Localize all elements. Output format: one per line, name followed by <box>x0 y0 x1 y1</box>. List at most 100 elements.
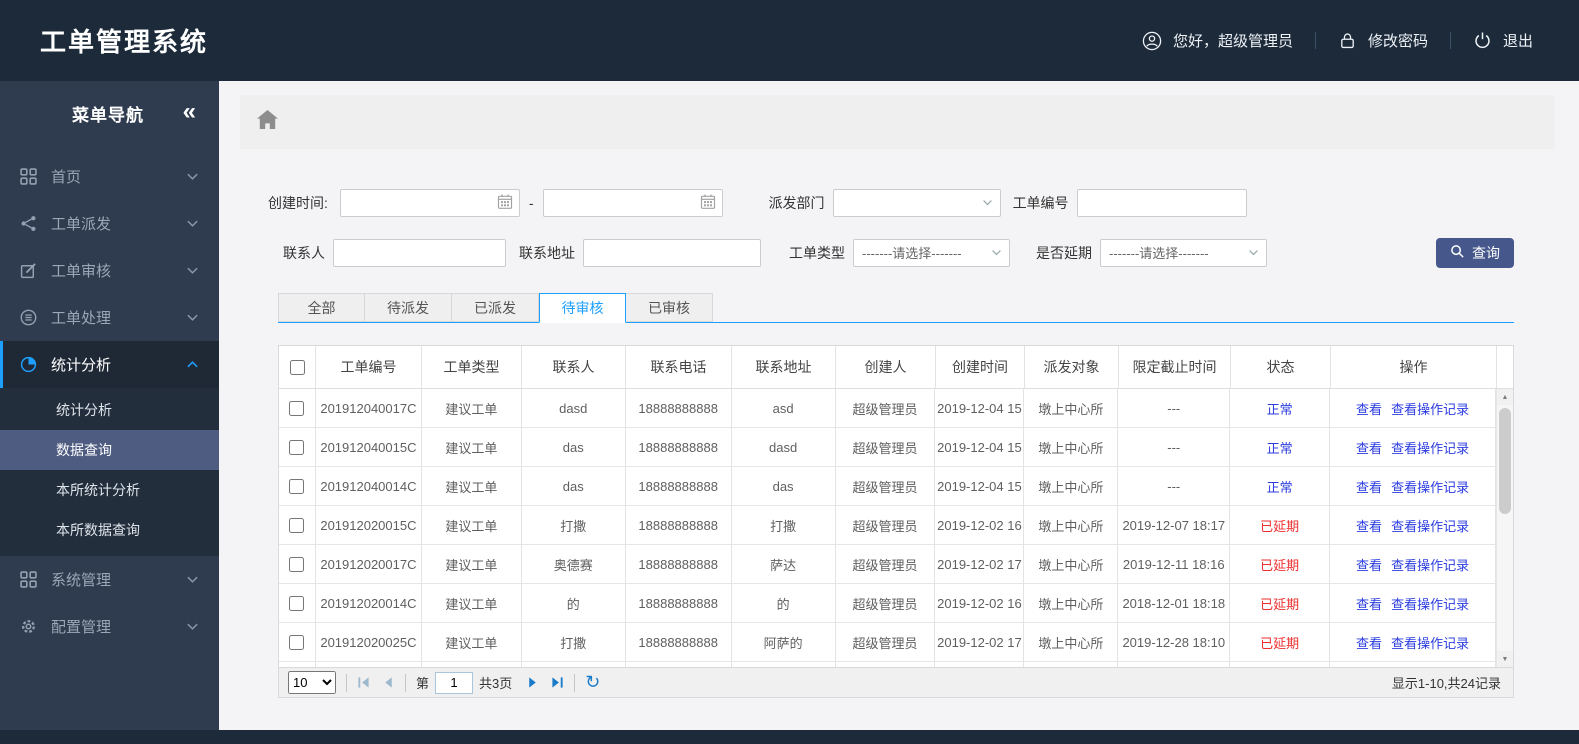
address-input[interactable] <box>583 239 761 267</box>
created-from-field <box>339 189 520 217</box>
order-type-label: 工单类型 <box>789 245 845 261</box>
cell-deadline: --- <box>1118 389 1231 427</box>
cell-created: 2019-12-04 15 <box>935 428 1025 466</box>
submenu-item-local-statistics[interactable]: 本所统计分析 <box>0 470 219 510</box>
page-number-input[interactable] <box>435 671 474 694</box>
change-password-button[interactable]: 修改密码 <box>1338 30 1428 51</box>
row-checkbox[interactable] <box>289 478 305 494</box>
view-log-link[interactable]: 查看操作记录 <box>1391 477 1469 496</box>
sidebar-item-statistics[interactable]: 统计分析 <box>0 341 219 388</box>
order-type-field: -------请选择------- <box>853 239 1010 267</box>
contact-input[interactable] <box>333 239 506 267</box>
cell-contact <box>522 662 626 667</box>
lock-icon <box>1338 31 1357 50</box>
tab-all[interactable]: 全部 <box>278 293 365 322</box>
row-checkbox-cell <box>279 623 316 661</box>
sidebar-item-system[interactable]: 系统管理 <box>0 556 219 603</box>
cell-phone: 18888888888 <box>626 584 732 622</box>
view-link[interactable]: 查看 <box>1356 516 1382 535</box>
is-delayed-field: -------请选择------- <box>1100 239 1267 267</box>
cell-address: dasd <box>732 428 836 466</box>
view-link[interactable]: 查看 <box>1356 438 1382 457</box>
view-link[interactable]: 查看 <box>1356 555 1382 574</box>
view-log-link[interactable]: 查看操作记录 <box>1391 594 1469 613</box>
row-checkbox[interactable] <box>289 556 305 572</box>
row-checkbox[interactable] <box>289 439 305 455</box>
cell-creator: 超级管理员 <box>836 584 936 622</box>
status-badge: 已延期 <box>1230 545 1331 583</box>
sidebar-item-home[interactable]: 首页 <box>0 153 219 200</box>
cell-deadline: 2019-12-07 18:17 <box>1118 506 1231 544</box>
home-icon[interactable] <box>257 110 278 134</box>
cell-contact: dasd <box>522 389 626 427</box>
status-badge: 已延期 <box>1230 506 1331 544</box>
breadcrumb <box>240 95 1555 149</box>
view-link[interactable]: 查看 <box>1356 399 1382 418</box>
filter-row-2: 联系人 联系地址 工单类型 -------请选择------- 是否延期 ---… <box>268 238 1514 268</box>
select-all-checkbox[interactable] <box>289 359 305 375</box>
view-log-link[interactable]: 查看操作记录 <box>1391 555 1469 574</box>
view-log-link[interactable]: 查看操作记录 <box>1391 516 1469 535</box>
edit-icon <box>20 262 37 279</box>
row-checkbox[interactable] <box>289 517 305 533</box>
submenu-item-data-query[interactable]: 数据查询 <box>0 430 219 470</box>
cell-type: 建议工单 <box>422 545 522 583</box>
scroll-thumb[interactable] <box>1499 408 1511 514</box>
logout-button[interactable]: 退出 <box>1473 30 1533 51</box>
next-page-button[interactable] <box>526 676 539 689</box>
view-link[interactable]: 查看 <box>1356 594 1382 613</box>
order-no-input[interactable] <box>1076 189 1247 217</box>
cell-creator: 超级管理员 <box>836 506 936 544</box>
sidebar-item-label: 首页 <box>51 169 82 186</box>
tab-reviewed[interactable]: 已审核 <box>626 293 713 322</box>
view-log-link[interactable]: 查看操作记录 <box>1391 438 1469 457</box>
sidebar-item-review[interactable]: 工单审核 <box>0 247 219 294</box>
scroll-down-button[interactable]: ▼ <box>1497 651 1513 667</box>
prev-page-button[interactable] <box>382 676 395 689</box>
view-link[interactable]: 查看 <box>1356 633 1382 652</box>
chevron-down-icon <box>186 620 199 633</box>
order-type-select[interactable]: -------请选择------- <box>853 239 1010 267</box>
created-to-input[interactable] <box>542 189 723 217</box>
search-button[interactable]: 查询 <box>1436 238 1514 268</box>
submenu-item-local-data-query[interactable]: 本所数据查询 <box>0 510 219 550</box>
scroll-up-button[interactable]: ▲ <box>1497 389 1513 405</box>
last-page-button[interactable] <box>551 676 564 689</box>
sidebar-menu: 首页 工单派发 工单审核 工单处理 统计分析 统计分析 数据查询 本所统计分析 … <box>0 153 219 650</box>
tab-to-review[interactable]: 待审核 <box>539 293 626 323</box>
cell-type: 建议工单 <box>422 467 522 505</box>
view-log-link[interactable]: 查看操作记录 <box>1391 633 1469 652</box>
created-from-input[interactable] <box>339 189 520 217</box>
gear-icon <box>20 618 37 635</box>
tab-to-dispatch[interactable]: 待派发 <box>365 293 452 322</box>
chevron-down-icon <box>186 170 199 183</box>
grid-icon <box>20 168 37 185</box>
change-password-label: 修改密码 <box>1367 33 1428 50</box>
sidebar-item-config[interactable]: 配置管理 <box>0 603 219 650</box>
select-all-cell <box>279 346 316 388</box>
sidebar-item-dispatch[interactable]: 工单派发 <box>0 200 219 247</box>
row-checkbox[interactable] <box>289 400 305 416</box>
first-page-button[interactable] <box>357 676 370 689</box>
tab-dispatched[interactable]: 已派发 <box>452 293 539 322</box>
row-checkbox-cell <box>279 584 316 622</box>
refresh-icon[interactable]: ↻ <box>585 673 600 691</box>
dispatch-dept-select[interactable] <box>832 189 1001 217</box>
share-icon <box>20 215 37 232</box>
row-checkbox[interactable] <box>289 634 305 650</box>
view-link[interactable]: 查看 <box>1356 477 1382 496</box>
header-divider <box>1449 32 1451 49</box>
row-checkbox[interactable] <box>289 595 305 611</box>
is-delayed-select[interactable]: -------请选择------- <box>1100 239 1267 267</box>
view-log-link[interactable]: 查看操作记录 <box>1391 399 1469 418</box>
work-order-table: 工单编号 工单类型 联系人 联系电话 联系地址 创建人 创建时间 派发对象 限定… <box>278 345 1514 667</box>
sidebar-item-process[interactable]: 工单处理 <box>0 294 219 341</box>
table-row: 201912020017C 建议工单 奥德赛 18888888888 萨达 超级… <box>279 545 1496 584</box>
table-scrollbar[interactable]: ▲ ▼ <box>1496 389 1513 667</box>
cell-actions <box>1330 662 1496 667</box>
page-size-select[interactable]: 10 <box>288 671 336 694</box>
status-badge: 正常 <box>1230 428 1331 466</box>
collapse-sidebar-icon[interactable]: « <box>183 100 197 124</box>
submenu-item-statistics[interactable]: 统计分析 <box>0 390 219 430</box>
address-label: 联系地址 <box>519 245 575 261</box>
